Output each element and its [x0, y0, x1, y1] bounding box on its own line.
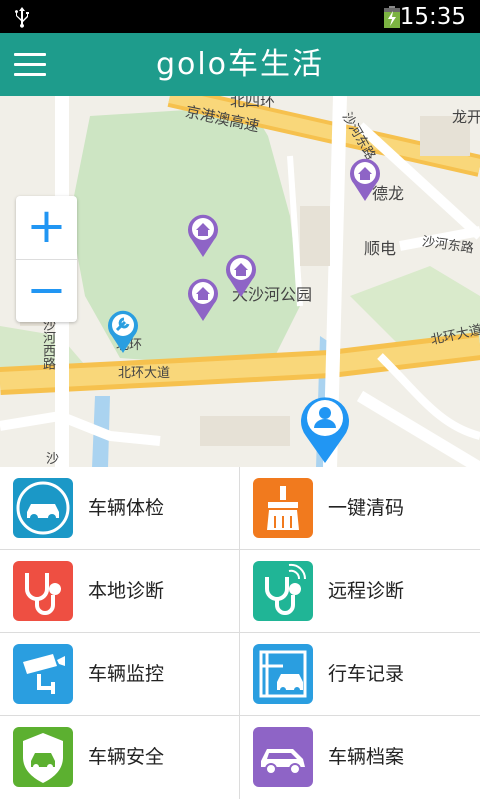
map-label-beihuan-avenue: 北环大道: [118, 366, 171, 381]
menu-item-remote-diagnosis[interactable]: 远程诊断: [240, 550, 480, 633]
status-bar: 15:35: [0, 0, 480, 33]
menu-label: 车辆监控: [88, 663, 165, 685]
home-pin-icon[interactable]: [224, 252, 258, 298]
battery-charging-icon: [384, 6, 400, 28]
home-pin-icon[interactable]: [348, 156, 382, 202]
menu-label: 行车记录: [328, 663, 405, 685]
camera-icon: [13, 644, 73, 704]
menu-label: 车辆档案: [328, 746, 405, 768]
car-file-icon: [253, 727, 313, 787]
menu-label: 本地诊断: [88, 580, 165, 602]
app-title: golo车生活: [155, 47, 325, 82]
menu-item-vehicle-monitor[interactable]: 车辆监控: [0, 633, 240, 716]
menu-item-vehicle-safety[interactable]: 车辆安全: [0, 716, 240, 799]
menu-label: 车辆体检: [88, 497, 165, 519]
zoom-in-button[interactable]: +: [16, 196, 77, 259]
home-pin-icon[interactable]: [186, 212, 220, 258]
route-record-icon: [253, 644, 313, 704]
menu-item-clear-codes[interactable]: 一键清码: [240, 467, 480, 550]
app-bar: golo车生活: [0, 33, 480, 96]
shield-car-icon: [13, 727, 73, 787]
map-label-shahe-west-road: 沙河西路: [40, 318, 55, 370]
car-icon: [13, 478, 73, 538]
brush-icon: [253, 478, 313, 538]
menu-item-local-diagnosis[interactable]: 本地诊断: [0, 550, 240, 633]
map-label-bottom-left: 沙: [46, 452, 60, 467]
menu-label: 车辆安全: [88, 746, 165, 768]
remote-stethoscope-icon: [253, 561, 313, 621]
repair-pin-icon[interactable]: [106, 308, 140, 354]
menu-item-vehicle-check[interactable]: 车辆体检: [0, 467, 240, 550]
stethoscope-icon: [13, 561, 73, 621]
usb-icon: [15, 7, 29, 28]
zoom-control: + −: [16, 196, 77, 322]
map-view[interactable]: 京港澳高速 北四环 龙开 沙河东路 德龙 顺电 沙河东路 大沙河公园 沙河西路 …: [0, 96, 480, 468]
menu-item-drive-record[interactable]: 行车记录: [240, 633, 480, 716]
function-grid: 车辆体检 一键清码 本地诊断 远程诊断 车辆监控 行车记录 车辆安全 车辆档案: [0, 467, 480, 800]
map-label-shunde: 顺电: [364, 239, 397, 258]
zoom-out-button[interactable]: −: [16, 259, 77, 322]
menu-item-vehicle-file[interactable]: 车辆档案: [240, 716, 480, 799]
menu-label: 一键清码: [328, 497, 405, 519]
clock: 15:35: [399, 4, 466, 30]
map-label-longyu: 龙开: [452, 108, 480, 126]
menu-label: 远程诊断: [328, 580, 405, 602]
home-pin-icon[interactable]: [186, 276, 220, 322]
user-location-pin-icon[interactable]: [298, 392, 352, 464]
map-label-road-top: 北四环: [230, 96, 276, 110]
